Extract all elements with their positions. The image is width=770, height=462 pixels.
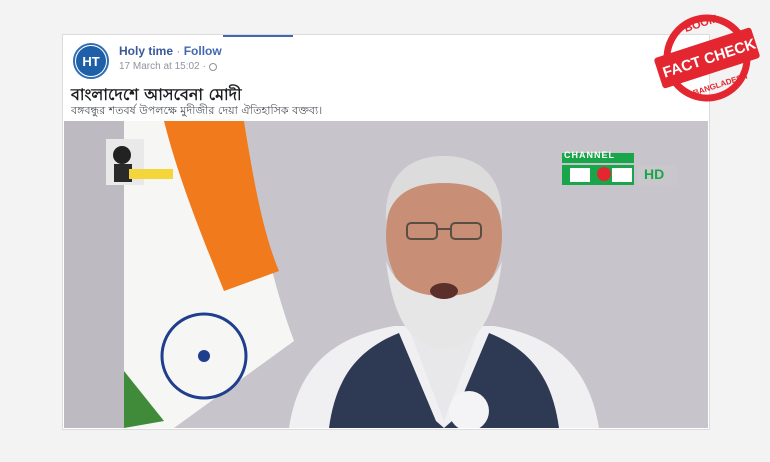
video-player[interactable]: CHANNEL HD xyxy=(64,121,708,428)
globe-icon xyxy=(208,62,217,71)
page-name-link[interactable]: Holy time xyxy=(119,44,173,58)
follow-button[interactable]: Follow xyxy=(184,44,222,58)
post-meta: 17 March at 15:02 · xyxy=(119,61,217,72)
channel-logo-label: CHANNEL xyxy=(564,150,615,160)
video-frame xyxy=(64,121,708,428)
post-header: Holy time · Follow xyxy=(119,44,222,58)
meta-separator: · xyxy=(202,61,206,72)
fact-check-badge: BOOM FACT CHECK BANGLADESH xyxy=(648,4,766,112)
page-avatar[interactable]: HT xyxy=(73,43,109,79)
channel-hd-label: HD xyxy=(644,166,665,182)
header-separator: · xyxy=(176,44,181,58)
avatar-logo: HT xyxy=(76,46,106,76)
top-accent-bar xyxy=(223,35,293,37)
post-timestamp[interactable]: 17 March at 15:02 xyxy=(119,61,200,72)
facebook-post-card: HT Holy time · Follow 17 March at 15:02 … xyxy=(62,34,710,430)
post-subtitle: বঙ্গবন্ধুর শতবর্ষ উপলক্ষে মুদীজীর দেয়া … xyxy=(71,104,323,117)
